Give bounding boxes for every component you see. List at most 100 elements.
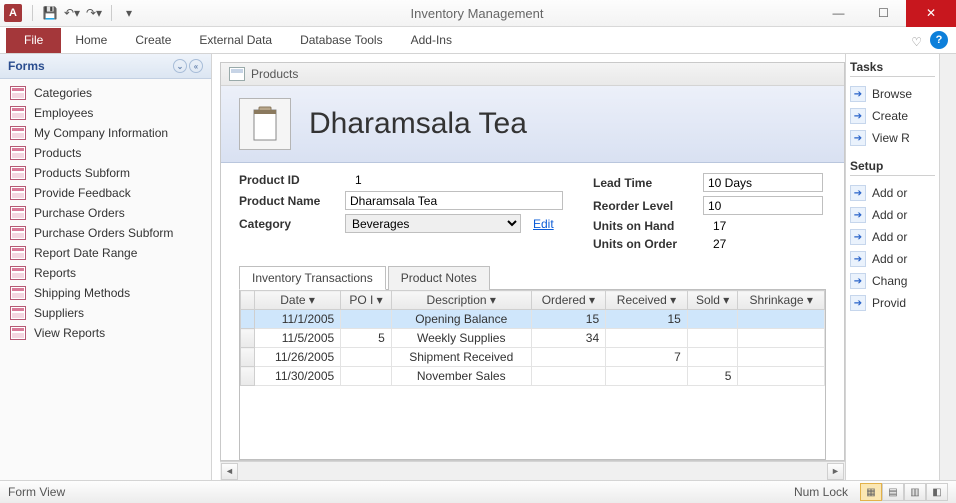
nav-header[interactable]: Forms ⌄«	[0, 54, 211, 79]
cell-date[interactable]: 11/26/2005	[255, 348, 341, 367]
col-received[interactable]: Received ▾	[606, 291, 688, 310]
cell-sold[interactable]: 5	[687, 367, 738, 386]
nav-item-suppliers[interactable]: Suppliers	[0, 303, 211, 323]
feedback-icon[interactable]: ♡	[911, 35, 922, 49]
scroll-right-icon[interactable]: ►	[827, 463, 844, 480]
tab-database-tools[interactable]: Database Tools	[286, 28, 397, 53]
task-link[interactable]: ➔Browse	[850, 83, 935, 105]
save-icon[interactable]: 💾	[41, 4, 59, 22]
cell-received[interactable]: 7	[606, 348, 688, 367]
nav-item-view-reports[interactable]: View Reports	[0, 323, 211, 343]
cell-po[interactable]	[341, 310, 392, 329]
close-button[interactable]: ✕	[906, 0, 956, 27]
redo-icon[interactable]: ↷▾	[85, 4, 103, 22]
tab-product-notes[interactable]: Product Notes	[388, 266, 490, 290]
col-po-i[interactable]: PO I ▾	[341, 291, 392, 310]
tab-home[interactable]: Home	[61, 28, 121, 53]
task-link[interactable]: ➔Chang	[850, 270, 935, 292]
row-selector[interactable]	[241, 367, 255, 386]
cell-date[interactable]: 11/5/2005	[255, 329, 341, 348]
tab-inventory-transactions[interactable]: Inventory Transactions	[239, 266, 386, 290]
table-row[interactable]: 11/5/20055Weekly Supplies34	[241, 329, 825, 348]
nav-item-purchase-orders-subform[interactable]: Purchase Orders Subform	[0, 223, 211, 243]
cell-po[interactable]	[341, 348, 392, 367]
task-link[interactable]: ➔Create	[850, 105, 935, 127]
design-view-button[interactable]: ◧	[926, 483, 948, 501]
cell-description[interactable]: November Sales	[391, 367, 531, 386]
task-link[interactable]: ➔View R	[850, 127, 935, 149]
qat-customize-icon[interactable]: ▾	[120, 4, 138, 22]
nav-item-report-date-range[interactable]: Report Date Range	[0, 243, 211, 263]
form-view-button[interactable]: ▦	[860, 483, 882, 501]
cell-shrinkage[interactable]	[738, 329, 825, 348]
task-link[interactable]: ➔Add or	[850, 226, 935, 248]
layout-view-button[interactable]: ▥	[904, 483, 926, 501]
cell-ordered[interactable]: 34	[531, 329, 606, 348]
category-select[interactable]: Beverages	[345, 214, 521, 233]
horizontal-scrollbar[interactable]: ◄ ►	[220, 461, 845, 480]
row-selector[interactable]	[241, 348, 255, 367]
nav-item-shipping-methods[interactable]: Shipping Methods	[0, 283, 211, 303]
nav-item-reports[interactable]: Reports	[0, 263, 211, 283]
scroll-left-icon[interactable]: ◄	[221, 463, 238, 480]
vertical-scrollbar[interactable]	[939, 54, 956, 480]
cell-description[interactable]: Weekly Supplies	[391, 329, 531, 348]
cell-description[interactable]: Shipment Received	[391, 348, 531, 367]
nav-item-categories[interactable]: Categories	[0, 83, 211, 103]
cell-date[interactable]: 11/1/2005	[255, 310, 341, 329]
tab-add-ins[interactable]: Add-Ins	[397, 28, 466, 53]
tab-external-data[interactable]: External Data	[185, 28, 286, 53]
edit-category-link[interactable]: Edit	[533, 217, 554, 231]
datasheet-view-button[interactable]: ▤	[882, 483, 904, 501]
cell-po[interactable]	[341, 367, 392, 386]
row-selector[interactable]	[241, 329, 255, 348]
table-row[interactable]: 11/30/2005 November Sales 5	[241, 367, 825, 386]
cell-description[interactable]: Opening Balance	[391, 310, 531, 329]
nav-item-my-company-information[interactable]: My Company Information	[0, 123, 211, 143]
col-description[interactable]: Description ▾	[391, 291, 531, 310]
document-tab[interactable]: Products	[221, 63, 844, 86]
cell-received[interactable]: 15	[606, 310, 688, 329]
table-row[interactable]: 11/26/2005 Shipment Received 7	[241, 348, 825, 367]
cell-received[interactable]	[606, 367, 688, 386]
minimize-button[interactable]: —	[816, 0, 861, 27]
cell-shrinkage[interactable]	[738, 367, 825, 386]
cell-shrinkage[interactable]	[738, 310, 825, 329]
col-shrinkage[interactable]: Shrinkage ▾	[738, 291, 825, 310]
cell-ordered[interactable]	[531, 348, 606, 367]
nav-item-products[interactable]: Products	[0, 143, 211, 163]
nav-item-products-subform[interactable]: Products Subform	[0, 163, 211, 183]
cell-sold[interactable]	[687, 348, 738, 367]
cell-sold[interactable]	[687, 310, 738, 329]
cell-shrinkage[interactable]	[738, 348, 825, 367]
tab-create[interactable]: Create	[121, 28, 185, 53]
task-link[interactable]: ➔Provid	[850, 292, 935, 314]
col-sold[interactable]: Sold ▾	[687, 291, 738, 310]
reorder-level-input[interactable]	[703, 196, 823, 215]
row-selector-header[interactable]	[241, 291, 255, 310]
task-link[interactable]: ➔Add or	[850, 248, 935, 270]
col-date[interactable]: Date ▾	[255, 291, 341, 310]
undo-icon[interactable]: ↶▾	[63, 4, 81, 22]
maximize-button[interactable]: ☐	[861, 0, 906, 27]
nav-item-purchase-orders[interactable]: Purchase Orders	[0, 203, 211, 223]
table-row[interactable]: 11/1/2005Opening Balance1515	[241, 310, 825, 329]
cell-ordered[interactable]	[531, 367, 606, 386]
task-link[interactable]: ➔Add or	[850, 182, 935, 204]
cell-date[interactable]: 11/30/2005	[255, 367, 341, 386]
cell-received[interactable]	[606, 329, 688, 348]
nav-collapse-icon[interactable]: ⌄	[173, 59, 187, 73]
product-name-input[interactable]	[345, 191, 563, 210]
tab-file[interactable]: File	[6, 28, 61, 53]
nav-item-provide-feedback[interactable]: Provide Feedback	[0, 183, 211, 203]
nav-shutter-icon[interactable]: «	[189, 59, 203, 73]
cell-ordered[interactable]: 15	[531, 310, 606, 329]
help-icon[interactable]: ?	[930, 31, 948, 49]
nav-item-employees[interactable]: Employees	[0, 103, 211, 123]
cell-sold[interactable]	[687, 329, 738, 348]
lead-time-input[interactable]	[703, 173, 823, 192]
cell-po[interactable]: 5	[341, 329, 392, 348]
task-link[interactable]: ➔Add or	[850, 204, 935, 226]
row-selector[interactable]	[241, 310, 255, 329]
col-ordered[interactable]: Ordered ▾	[531, 291, 606, 310]
